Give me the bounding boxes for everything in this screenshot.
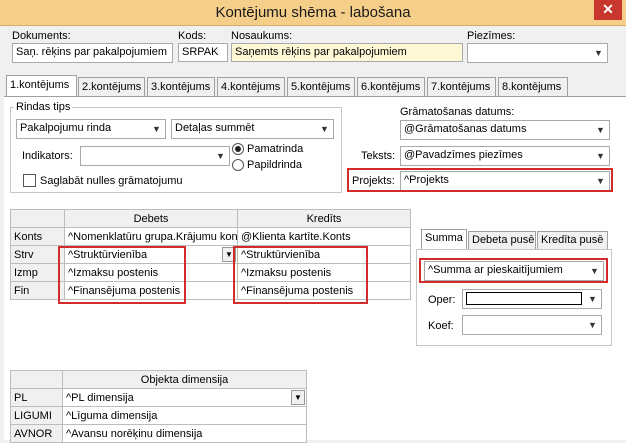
teksts-label: Teksts:	[361, 150, 396, 162]
dimension-grid: Objekta dimensija PL ^PL dimensija ▼ LIG…	[10, 370, 307, 443]
dim-grid-corner	[10, 370, 63, 389]
nosaukums-label: Nosaukums:	[231, 30, 293, 42]
row-name-fin: Fin	[10, 281, 65, 300]
saglabat-nulles-label: Saglabāt nulles grāmatojumu	[40, 175, 183, 187]
saglabat-nulles-checkbox[interactable]	[23, 174, 36, 187]
chevron-down-icon[interactable]: ▼	[591, 45, 606, 61]
koef-label: Koef:	[428, 320, 454, 332]
edit-window: Kontējumu shēma - labošana ✕ Dokuments: …	[0, 0, 626, 443]
tab-summa[interactable]: Summa	[421, 229, 467, 249]
tab-7-kontejums[interactable]: 7.kontējums	[427, 77, 496, 96]
oper-select[interactable]: ▼	[462, 289, 602, 309]
table-row: PL ^PL dimensija ▼	[10, 388, 307, 407]
summet-value: Detaļas summēt	[175, 122, 255, 134]
kredits-konts-cell[interactable]: @Klienta kartīte.Konts	[237, 227, 411, 246]
rindas-type-select[interactable]: Pakalpojumu rinda ▼	[16, 119, 166, 139]
tab-kredita-puse[interactable]: Kredīta pusē	[537, 231, 608, 249]
dimension-header: Objekta dimensija	[62, 370, 307, 389]
pamatrinda-label: Pamatrinda	[247, 143, 304, 155]
chevron-down-icon[interactable]: ▼	[291, 390, 305, 405]
dokuments-select[interactable]: Saņ. rēķins par pakalpojumiem	[12, 43, 173, 63]
chevron-down-icon[interactable]: ▼	[585, 317, 600, 333]
tab-8-kontejums[interactable]: 8.kontējums	[498, 77, 568, 96]
dim-row-name: PL	[10, 388, 63, 407]
title-bar: Kontējumu shēma - labošana ✕	[0, 0, 626, 26]
tab-4-kontejums[interactable]: 4.kontējums	[217, 77, 285, 96]
dim-pl-cell[interactable]: ^PL dimensija ▼	[62, 388, 307, 407]
row-name-izmp: Izmp	[10, 263, 65, 282]
oper-color-box	[466, 292, 582, 305]
chevron-down-icon[interactable]: ▼	[593, 122, 608, 138]
kredits-highlight	[233, 246, 368, 304]
indikators-select[interactable]: ▼	[80, 146, 230, 166]
debets-highlight	[58, 246, 186, 304]
gram-datums-select[interactable]: @Grāmatošanas datums ▼	[400, 120, 610, 140]
summet-select[interactable]: Detaļas summēt ▼	[171, 119, 334, 139]
row-name-strv: Strv	[10, 245, 65, 264]
indikators-label: Indikators:	[22, 150, 73, 162]
tab-3-kontejums[interactable]: 3.kontējums	[147, 77, 215, 96]
tab-2-kontejums[interactable]: 2.kontējums	[78, 77, 145, 96]
papildrinda-label: Papildrinda	[247, 159, 303, 171]
debets-header: Debets	[64, 209, 238, 228]
projekts-highlight	[347, 168, 613, 192]
rindas-tips-label: Rindas tips	[14, 101, 73, 113]
dokuments-value: Saņ. rēķins par pakalpojumiem	[16, 46, 168, 58]
row-name-konts: Konts	[10, 227, 65, 246]
tab-6-kontejums[interactable]: 6.kontējums	[357, 77, 425, 96]
oper-label: Oper:	[428, 294, 456, 306]
gram-datums-label: Grāmatošanas datums:	[400, 106, 515, 118]
grid-corner	[10, 209, 65, 228]
chevron-down-icon[interactable]: ▼	[585, 291, 600, 307]
dim-row-name: LIGUMI	[10, 406, 63, 425]
kods-label: Kods:	[178, 30, 207, 42]
dokuments-label: Dokuments:	[12, 30, 71, 42]
papildrinda-radio[interactable]	[232, 159, 244, 171]
kods-field[interactable]: SRPAK	[178, 43, 228, 62]
pamatrinda-radio[interactable]	[232, 143, 244, 155]
gram-datums-value: @Grāmatošanas datums	[404, 123, 527, 135]
dim-pl-value: ^PL dimensija	[66, 391, 134, 404]
kredits-header: Kredīts	[237, 209, 411, 228]
table-row: LIGUMI ^Līguma dimensija	[10, 406, 307, 425]
summa-highlight	[419, 258, 608, 283]
window-title: Kontējumu shēma - labošana	[215, 4, 411, 21]
piezimes-select[interactable]: ▼	[467, 43, 608, 63]
nosaukums-field[interactable]: Saņemts rēķins par pakalpojumiem	[231, 43, 463, 62]
piezimes-label: Piezīmes:	[467, 30, 516, 42]
koef-select[interactable]: ▼	[462, 315, 602, 335]
chevron-down-icon[interactable]: ▼	[213, 148, 228, 164]
tab-5-kontejums[interactable]: 5.kontējums	[287, 77, 355, 96]
debets-konts-cell[interactable]: ^Nomenklatūru grupa.Krājumu konts	[64, 227, 238, 246]
teksts-value: @Pavadzīmes piezīmes	[404, 149, 523, 161]
chevron-down-icon[interactable]: ▼	[149, 121, 164, 137]
dim-ligumi-cell[interactable]: ^Līguma dimensija	[62, 406, 307, 425]
teksts-select[interactable]: @Pavadzīmes piezīmes ▼	[400, 146, 610, 166]
chevron-down-icon[interactable]: ▼	[317, 121, 332, 137]
rindas-type-value: Pakalpojumu rinda	[20, 122, 112, 134]
tab-debeta-puse[interactable]: Debeta pusē	[468, 231, 536, 249]
table-row: Konts ^Nomenklatūru grupa.Krājumu konts …	[10, 227, 411, 246]
chevron-down-icon[interactable]: ▼	[593, 148, 608, 164]
close-button[interactable]: ✕	[594, 0, 622, 20]
tab-1-kontejums[interactable]: 1.kontējums	[6, 75, 77, 96]
